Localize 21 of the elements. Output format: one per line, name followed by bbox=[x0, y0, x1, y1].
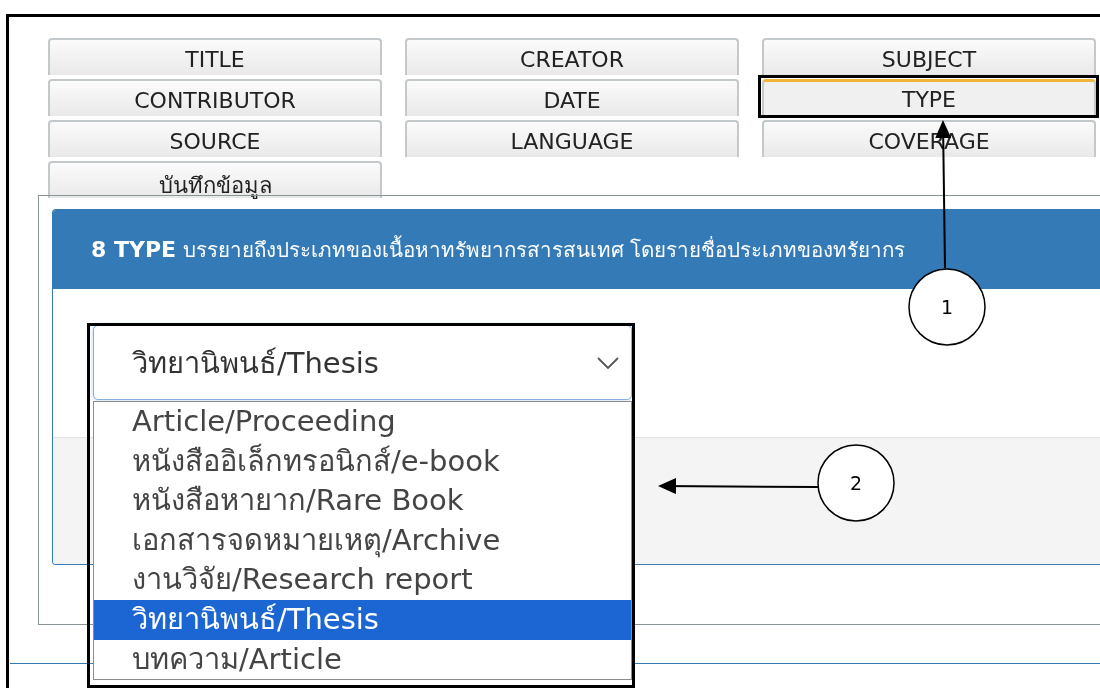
tab[interactable]: LANGUAGE bbox=[405, 120, 739, 157]
callout-circle: 2 bbox=[817, 444, 895, 522]
dropdown-option[interactable]: หนังสือหายาก/Rare Book bbox=[94, 481, 631, 521]
dropdown-option[interactable]: งานวิจัย/Research report bbox=[94, 560, 631, 600]
tab[interactable]: SOURCE bbox=[48, 120, 382, 157]
tab[interactable]: บันทึกข้อมูล bbox=[48, 161, 382, 198]
dropdown-option[interactable]: วิทยานิพนธ์/Thesis bbox=[94, 599, 631, 640]
dropdown-option[interactable]: Article/Proceeding bbox=[94, 402, 631, 442]
callout-circle: 1 bbox=[908, 268, 986, 346]
card-heading: 8 TYPE บรรยายถึงประเภทของเนื้อหาทรัพยากรสารสนเทศ โดยรายชื่อประเภทของทรัยากร bbox=[91, 234, 906, 264]
type-select[interactable]: วิทยานิพนธ์/Thesis bbox=[93, 325, 632, 400]
dropdown-option[interactable]: หนังสืออิเล็กทรอนิกส์/e-book bbox=[94, 441, 631, 482]
tab[interactable]: TYPE bbox=[762, 79, 1096, 116]
tab[interactable]: TITLE bbox=[48, 38, 382, 75]
tab[interactable]: CREATOR bbox=[405, 38, 739, 75]
chevron-down-icon bbox=[597, 356, 619, 369]
tab[interactable]: CONTRIBUTOR bbox=[48, 79, 382, 116]
tab[interactable]: SUBJECT bbox=[762, 38, 1096, 75]
dropdown-option[interactable]: เอกสารจดหมายเหตุ/Archive bbox=[94, 520, 631, 561]
dropdown-option[interactable]: บทความ/Article bbox=[94, 639, 631, 680]
tab[interactable]: DATE bbox=[405, 79, 739, 116]
